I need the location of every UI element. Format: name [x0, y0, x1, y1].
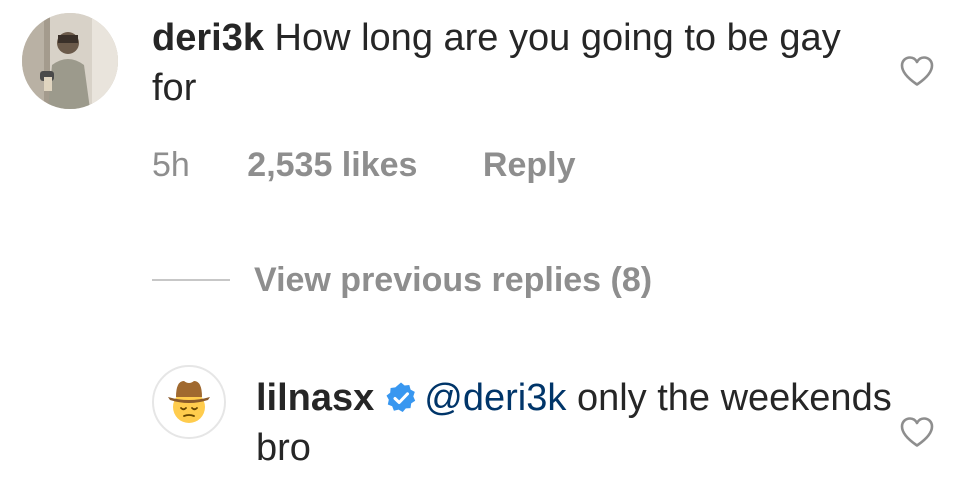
comment-username[interactable]: deri3k — [152, 17, 264, 59]
comment-meta: 5h 2,535 likes Reply — [152, 142, 575, 188]
reply-username[interactable]: lilnasx — [256, 377, 374, 419]
cowboy-emoji-avatar-icon — [168, 381, 210, 423]
comment-likes-count[interactable]: 2,535 likes — [247, 142, 417, 188]
reply-avatar[interactable] — [152, 365, 226, 439]
like-reply-button[interactable] — [899, 416, 935, 448]
view-replies-label: View previous replies (8) — [254, 261, 653, 299]
reply-mention-link[interactable]: @deri3k — [424, 377, 566, 419]
replies-divider-line — [152, 279, 230, 281]
verified-badge-icon — [384, 378, 418, 412]
heart-outline-icon — [900, 56, 934, 86]
like-comment-button[interactable] — [899, 55, 935, 87]
heart-outline-icon — [900, 417, 934, 447]
view-previous-replies-button[interactable]: View previous replies (8) — [152, 257, 652, 303]
reply-button[interactable]: Reply — [483, 142, 576, 188]
user-photo-avatar-icon — [22, 13, 118, 109]
comment-timestamp: 5h — [152, 146, 190, 184]
commenter-avatar[interactable] — [22, 13, 118, 109]
reply-body: lilnasx @deri3k only the weekends bro — [256, 373, 896, 473]
comment-body: deri3k How long are you going to be gay … — [152, 13, 852, 113]
